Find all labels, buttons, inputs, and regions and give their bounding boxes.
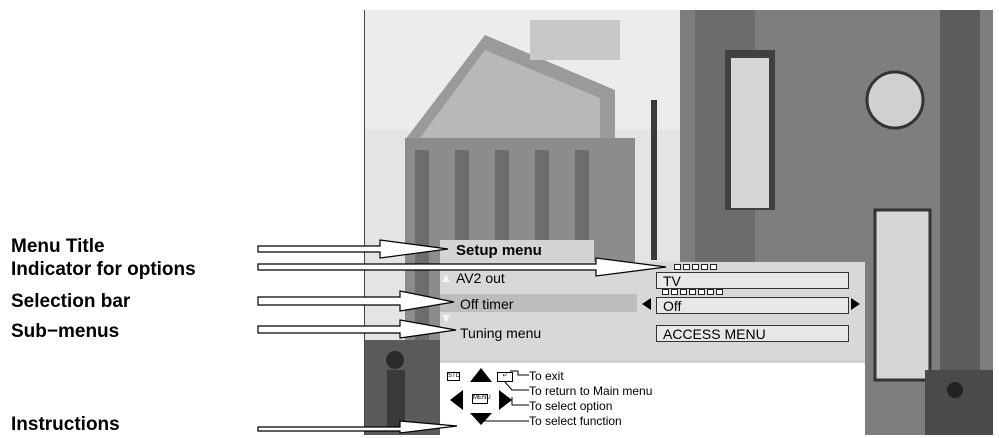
callout-arrow-selection-bar bbox=[257, 290, 455, 312]
callout-arrows bbox=[257, 239, 667, 434]
callout-arrow-instructions bbox=[257, 420, 458, 434]
leader-exit bbox=[510, 370, 529, 376]
callout-arrow-sub-menus bbox=[257, 319, 457, 339]
callout-arrow-indicator bbox=[257, 257, 667, 277]
callout-arrow-menu-title bbox=[257, 239, 449, 259]
leader-select-option bbox=[511, 397, 529, 406]
leader-main-menu bbox=[504, 381, 529, 391]
